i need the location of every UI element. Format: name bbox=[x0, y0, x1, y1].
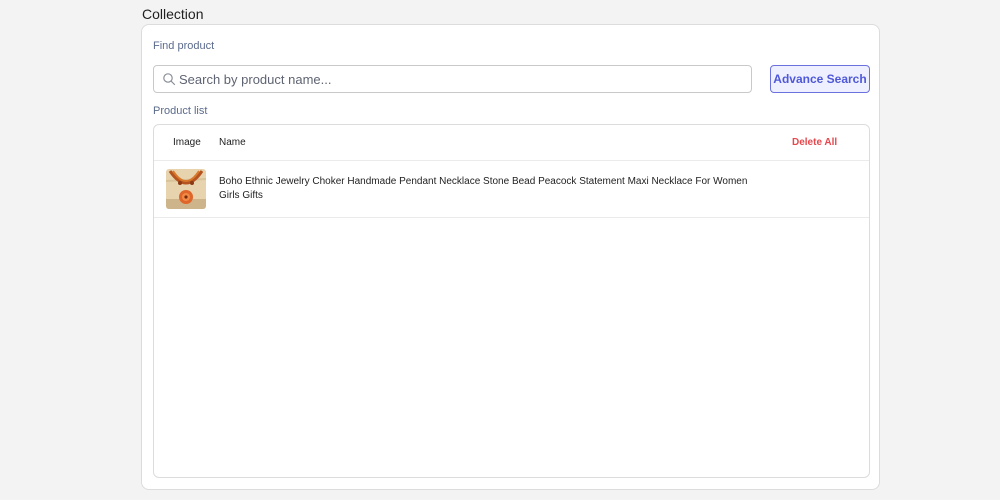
necklace-thumbnail-icon bbox=[166, 169, 206, 209]
product-thumbnail bbox=[166, 169, 206, 209]
column-header-name: Name bbox=[219, 137, 246, 148]
search-icon bbox=[163, 73, 176, 86]
page-title: Collection bbox=[142, 6, 204, 22]
table-row[interactable]: Boho Ethnic Jewelry Choker Handmade Pend… bbox=[154, 161, 869, 218]
collection-card: Find product Advance Search Product list… bbox=[141, 24, 880, 490]
search-box[interactable] bbox=[153, 65, 752, 93]
product-name: Boho Ethnic Jewelry Choker Handmade Pend… bbox=[219, 176, 748, 201]
find-product-label: Find product bbox=[153, 40, 215, 52]
product-list-label: Product list bbox=[153, 105, 208, 117]
advance-search-button[interactable]: Advance Search bbox=[770, 65, 870, 93]
table-header: Image Name Delete All bbox=[154, 125, 869, 161]
delete-all-button[interactable]: Delete All bbox=[792, 136, 837, 149]
product-table: Image Name Delete All Boho Ethnic Jewelr… bbox=[153, 124, 870, 478]
column-header-image: Image bbox=[173, 137, 201, 148]
search-input[interactable] bbox=[179, 66, 744, 92]
